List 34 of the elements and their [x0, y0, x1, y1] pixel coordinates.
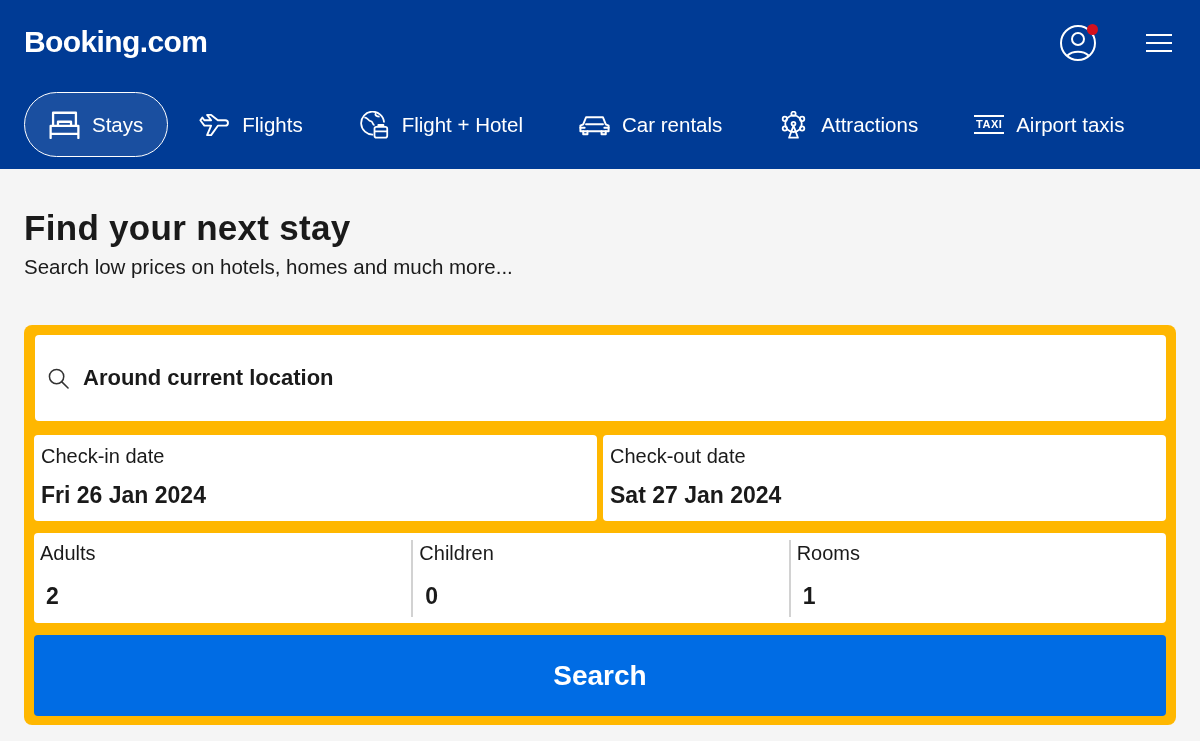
bed-icon	[49, 110, 80, 139]
logo[interactable]: Booking.com	[24, 25, 208, 59]
page-subheading: Search low prices on hotels, homes and much more...	[24, 256, 514, 278]
nav-tab[interactable]: Stays	[24, 92, 169, 157]
count-selector[interactable]: Adults 2	[34, 540, 412, 617]
nav-tab[interactable]: TAXI Airport taxis	[949, 92, 1150, 157]
field-label: Check-out date	[610, 445, 746, 467]
account-icon	[1060, 25, 1096, 61]
menu-icon	[1146, 34, 1172, 52]
account-button[interactable]	[1058, 23, 1098, 63]
search-icon	[48, 367, 69, 389]
count-selector[interactable]: Children 0	[411, 540, 789, 617]
field-label: Rooms	[796, 542, 860, 564]
nav-tab[interactable]: Attractions	[753, 92, 944, 157]
field-label: Adults	[40, 542, 96, 564]
destination-value: Around current location	[83, 365, 334, 391]
field-value: 2	[46, 583, 59, 609]
field-value: 0	[425, 583, 439, 609]
nav-tab[interactable]: Car rentals	[554, 92, 748, 157]
field-value: 1	[802, 583, 816, 609]
field-value: Fri 26 Jan 2024	[41, 482, 206, 508]
page-heading: Find your next stay	[24, 209, 352, 247]
globe-suitcase-icon	[358, 110, 390, 139]
count-selector[interactable]: Rooms 1	[788, 540, 1166, 617]
field-label: Children	[419, 542, 494, 564]
search-button[interactable]: Search	[34, 635, 1166, 716]
destination-field[interactable]: Around current location	[35, 335, 1166, 421]
date-field[interactable]: Check-in date Fri 26 Jan 2024	[34, 435, 597, 521]
field-value: Sat 27 Jan 2024	[610, 482, 782, 508]
nav-tab[interactable]: Flight + Hotel	[333, 92, 549, 157]
menu-button[interactable]	[1144, 32, 1174, 54]
nav-tab[interactable]: Flights	[174, 92, 328, 157]
date-field[interactable]: Check-out date Sat 27 Jan 2024	[603, 435, 1166, 521]
field-label: Check-in date	[41, 445, 165, 467]
